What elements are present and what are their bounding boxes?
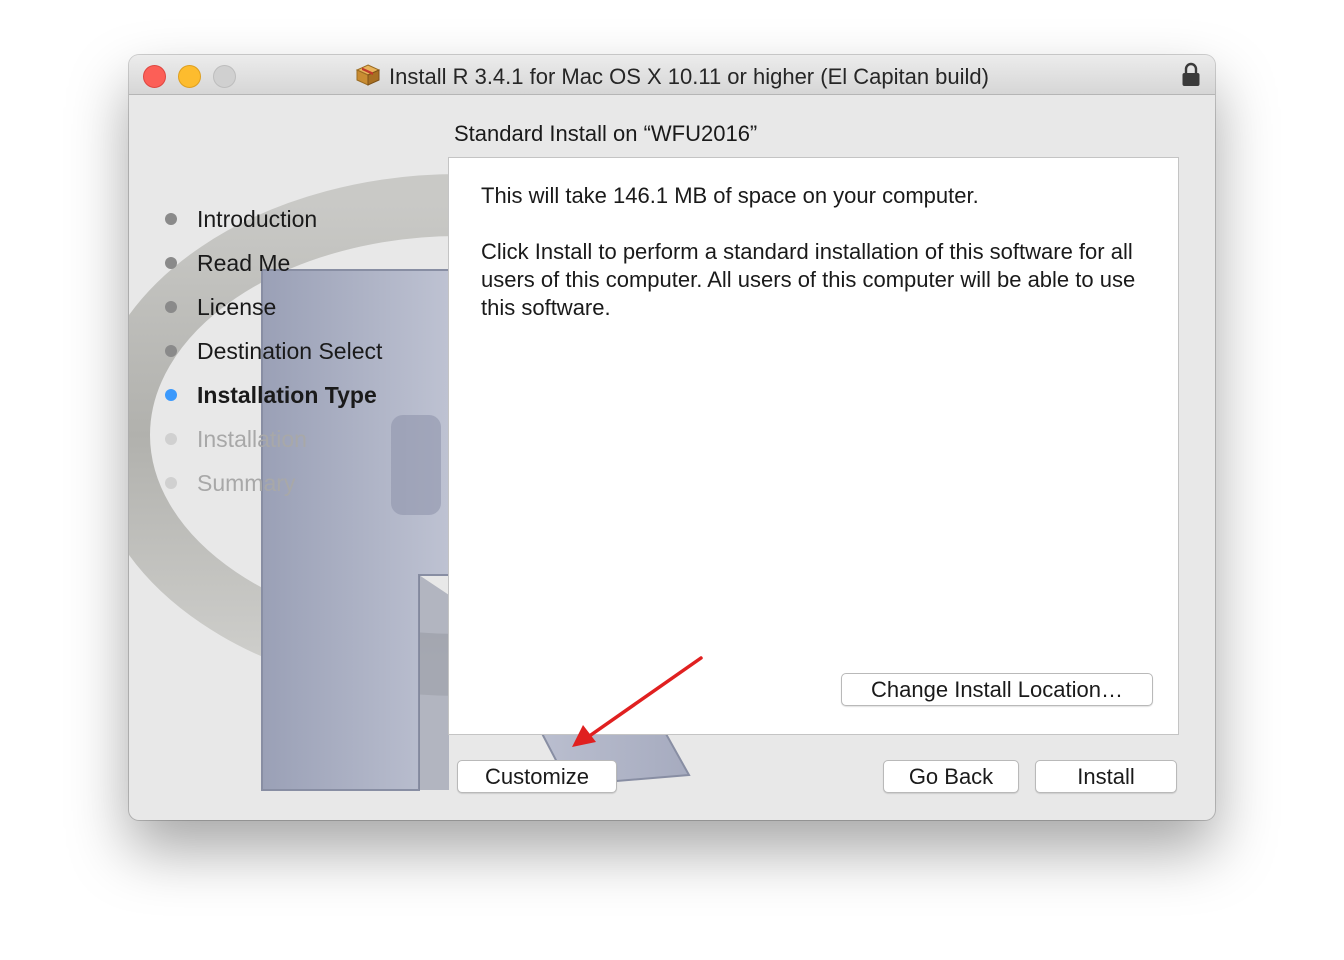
customize-button[interactable]: Customize	[457, 760, 617, 793]
go-back-button[interactable]: Go Back	[883, 760, 1019, 793]
red-arrow-annotation	[572, 656, 703, 747]
step-bullet-icon	[165, 389, 177, 401]
page-subtitle: Standard Install on “WFU2016”	[454, 121, 758, 146]
step-label: License	[197, 293, 277, 320]
step-destination-select: Destination Select	[165, 329, 382, 373]
step-label: Read Me	[197, 249, 291, 276]
step-bullet-icon	[165, 257, 177, 269]
step-bullet-icon	[165, 213, 177, 225]
step-label: Summary	[197, 469, 296, 496]
change-install-location-button[interactable]: Change Install Location…	[841, 673, 1153, 706]
install-description: Click Install to perform a standard inst…	[481, 239, 1136, 320]
install-button[interactable]: Install	[1035, 760, 1177, 793]
lock-icon[interactable]	[1181, 62, 1201, 93]
window-title-container: Install R 3.4.1 for Mac OS X 10.11 or hi…	[129, 63, 1215, 93]
step-label: Destination Select	[197, 337, 383, 364]
step-installation-type: Installation Type	[165, 373, 382, 417]
step-read-me: Read Me	[165, 241, 382, 285]
installer-steps: Introduction Read Me License Destination…	[165, 197, 382, 505]
step-introduction: Introduction	[165, 197, 382, 241]
step-label: Installation Type	[197, 381, 377, 408]
step-license: License	[165, 285, 382, 329]
content-panel: This will take 146.1 MB of space on your…	[448, 157, 1179, 735]
space-required-text: This will take 146.1 MB of space on your…	[481, 183, 979, 208]
title-bar: Install R 3.4.1 for Mac OS X 10.11 or hi…	[129, 55, 1215, 95]
package-icon	[355, 63, 381, 93]
step-summary: Summary	[165, 461, 382, 505]
step-bullet-icon	[165, 433, 177, 445]
step-bullet-icon	[165, 477, 177, 489]
step-label: Introduction	[197, 205, 318, 232]
step-installation: Installation	[165, 417, 382, 461]
window-title: Install R 3.4.1 for Mac OS X 10.11 or hi…	[389, 64, 989, 89]
step-bullet-icon	[165, 301, 177, 313]
step-bullet-icon	[165, 345, 177, 357]
step-label: Installation	[197, 425, 307, 452]
